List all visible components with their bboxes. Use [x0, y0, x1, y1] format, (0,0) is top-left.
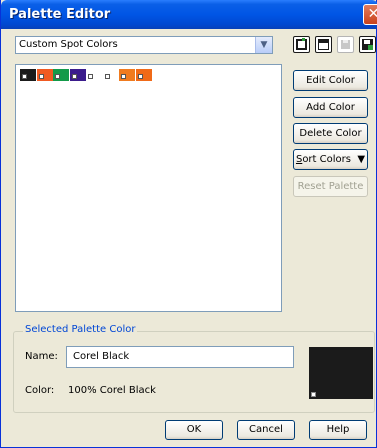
- palette-select[interactable]: Custom Spot Colors ▼: [15, 36, 273, 54]
- close-button[interactable]: ✕: [363, 4, 377, 25]
- palette-swatch[interactable]: [119, 69, 135, 81]
- name-input[interactable]: Corel Black: [66, 346, 294, 368]
- spot-marker-icon: [137, 74, 143, 79]
- color-preview: [309, 347, 373, 399]
- spot-marker-icon: [55, 74, 60, 79]
- spot-marker-icon: [22, 74, 27, 79]
- new-palette-icon: [296, 38, 307, 50]
- palette-swatch-area[interactable]: [15, 64, 282, 312]
- palette-swatch[interactable]: [53, 69, 69, 81]
- new-palette-button[interactable]: [293, 36, 310, 53]
- spot-marker-icon: [104, 74, 110, 79]
- save-palette-icon: [341, 40, 350, 49]
- save-as-palette-button[interactable]: [359, 36, 376, 53]
- ok-button[interactable]: OK: [165, 420, 223, 440]
- help-button[interactable]: Help: [309, 420, 367, 440]
- palette-swatch[interactable]: [135, 69, 152, 81]
- spot-marker-icon: [88, 74, 93, 79]
- chevron-down-icon[interactable]: ▼: [255, 37, 272, 53]
- cancel-button[interactable]: Cancel: [237, 420, 295, 440]
- add-color-button[interactable]: Add Color: [293, 97, 368, 118]
- window-title: Palette Editor: [9, 7, 111, 22]
- color-value: 100% Corel Black: [68, 385, 156, 396]
- palette-select-value: Custom Spot Colors: [19, 39, 118, 50]
- palette-swatch[interactable]: [20, 69, 36, 81]
- palette-swatch[interactable]: [36, 69, 53, 81]
- open-palette-button[interactable]: [315, 36, 332, 53]
- reset-palette-button[interactable]: Reset Palette: [293, 176, 368, 197]
- palette-swatch[interactable]: [69, 69, 86, 81]
- save-as-palette-icon: [362, 39, 373, 50]
- spot-marker-icon: [311, 392, 316, 397]
- palette-swatch[interactable]: [86, 69, 102, 81]
- color-label: Color:: [25, 385, 55, 396]
- palette-editor-window: Palette Editor ✕ Custom Spot Colors ▼ Ed…: [0, 0, 377, 448]
- edit-color-button[interactable]: Edit Color: [293, 70, 368, 91]
- sort-colors-label: ort Colors: [302, 154, 351, 165]
- palette-swatch[interactable]: [102, 69, 119, 81]
- title-bar[interactable]: Palette Editor ✕: [1, 0, 377, 29]
- save-palette-button[interactable]: [337, 36, 354, 53]
- delete-color-button[interactable]: Delete Color: [293, 123, 368, 144]
- spot-marker-icon: [71, 74, 77, 79]
- dropdown-arrow-icon: ▼: [354, 154, 366, 165]
- spot-marker-icon: [38, 74, 44, 79]
- selected-color-group-label: Selected Palette Color: [23, 324, 138, 335]
- sort-colors-button[interactable]: Sort Colors ▼: [293, 149, 368, 170]
- open-palette-icon: [318, 39, 329, 50]
- spot-marker-icon: [121, 74, 126, 79]
- close-icon: ✕: [367, 6, 377, 22]
- name-label: Name:: [25, 351, 58, 362]
